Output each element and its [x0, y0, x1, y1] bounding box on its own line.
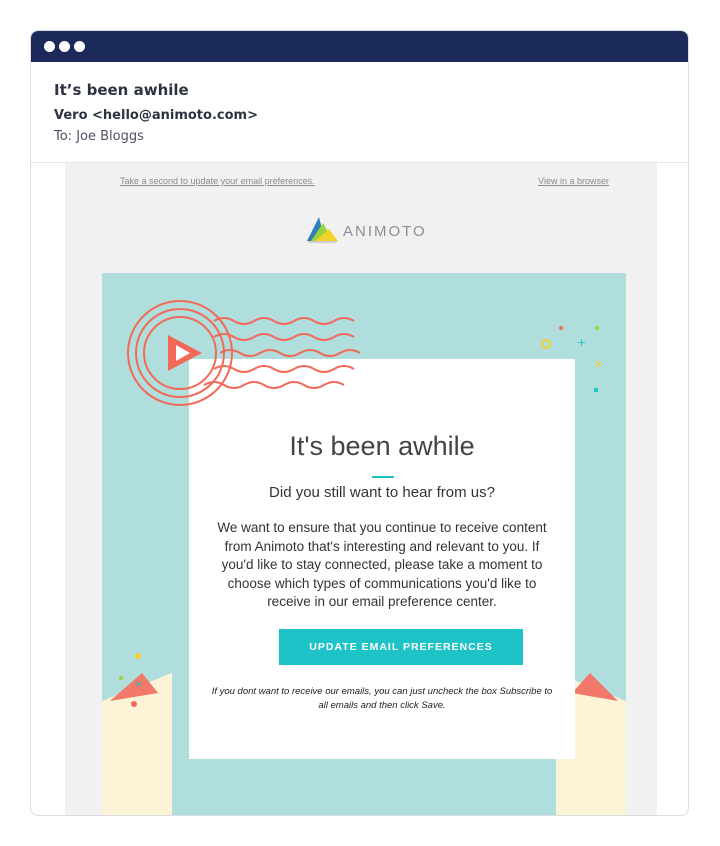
window-dot-icon[interactable] — [44, 41, 55, 52]
window-dot-icon[interactable] — [74, 41, 85, 52]
email-subject: It’s been awhile — [54, 81, 189, 99]
view-in-browser-link[interactable]: View in a browser — [538, 176, 609, 186]
window-titlebar — [31, 31, 688, 62]
logo-wordmark: ANIMOTO — [343, 223, 427, 240]
email-client-window: It’s been awhile Vero <hello@animoto.com… — [30, 30, 689, 816]
window-dot-icon[interactable] — [59, 41, 70, 52]
postmark-stamp-icon — [127, 300, 361, 406]
update-preferences-link[interactable]: Take a second to update your email prefe… — [120, 176, 315, 186]
email-body: Take a second to update your email prefe… — [65, 163, 657, 815]
animoto-logo-icon — [307, 217, 338, 243]
hero-illustration: + ✕ ✕ It's been awhile Did you still wan… — [102, 273, 626, 815]
email-header: It’s been awhile Vero <hello@animoto.com… — [31, 62, 688, 163]
email-recipient: To: Joe Bloggs — [54, 129, 144, 144]
email-sender: Vero <hello@animoto.com> — [54, 108, 258, 123]
